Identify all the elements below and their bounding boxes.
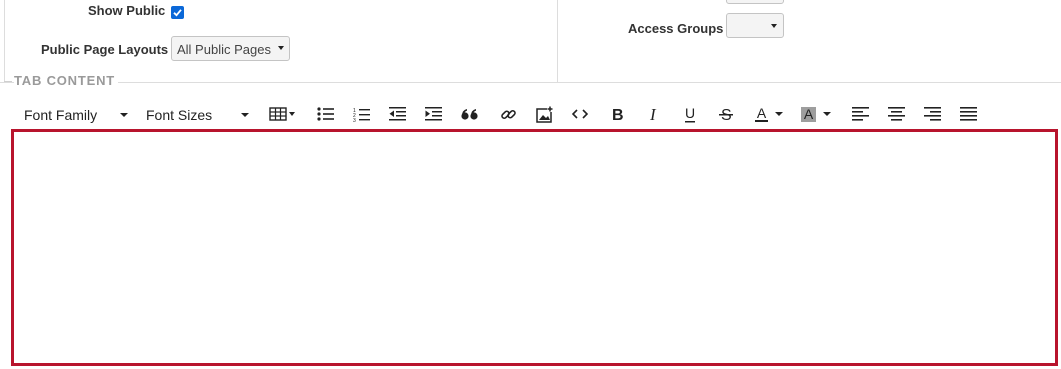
table-button[interactable] (266, 103, 300, 125)
code-icon (572, 109, 588, 119)
public-page-layouts-value: All Public Pages (177, 42, 271, 57)
tab-settings-form: Show Public Public Page Layouts All Publ… (0, 0, 1061, 82)
text-color-button[interactable]: A (749, 103, 789, 125)
bold-button[interactable]: B (605, 103, 631, 125)
text-color-icon: A (754, 105, 769, 122)
public-page-layouts-label: Public Page Layouts (41, 42, 169, 57)
svg-text:I: I (649, 106, 657, 122)
numbered-list-button[interactable]: 1 2 3 (349, 103, 375, 125)
align-right-button[interactable] (919, 103, 945, 125)
section-divider (0, 82, 1061, 83)
text-color-letter: A (756, 105, 767, 121)
fieldset-corner (4, 81, 12, 82)
italic-button[interactable]: I (641, 103, 667, 125)
indent-icon (425, 107, 442, 121)
tab-content-title: TAB CONTENT (14, 73, 118, 88)
strikethrough-button[interactable]: S (713, 103, 739, 125)
strikethrough-icon: S (719, 107, 733, 122)
chevron-down-icon (775, 112, 784, 116)
svg-text:B: B (612, 107, 624, 122)
insert-image-button[interactable] (531, 103, 557, 125)
background-color-button[interactable]: A (796, 103, 836, 125)
background-color-icon: A (800, 105, 817, 122)
underline-button[interactable]: U (677, 103, 703, 125)
bullet-list-button[interactable] (313, 103, 339, 125)
table-icon (269, 107, 295, 121)
chevron-down-icon (120, 113, 128, 117)
bullet-list-icon (317, 107, 334, 121)
blockquote-icon (461, 109, 478, 120)
link-button[interactable] (495, 103, 521, 125)
select-above-access-groups[interactable] (726, 0, 784, 4)
font-sizes-dropdown[interactable]: Font Sizes (146, 107, 212, 123)
public-page-layouts-select[interactable]: All Public Pages (171, 36, 290, 61)
chevron-down-icon (771, 24, 777, 28)
column-divider (557, 0, 558, 82)
align-center-icon (887, 107, 905, 121)
align-justify-icon (959, 107, 977, 121)
chevron-down-icon (241, 113, 249, 117)
link-icon (500, 109, 516, 119)
left-divider (4, 0, 5, 82)
numbered-list-icon: 1 2 3 (353, 108, 370, 122)
show-public-label: Show Public (88, 3, 166, 18)
bold-icon: B (612, 107, 624, 122)
align-right-icon (923, 107, 941, 121)
rich-text-editor-area[interactable] (11, 129, 1058, 366)
show-public-checkbox[interactable] (171, 6, 184, 19)
svg-text:3: 3 (353, 118, 356, 122)
source-code-button[interactable] (567, 103, 593, 125)
chevron-down-icon (823, 112, 832, 116)
align-left-icon (851, 107, 869, 121)
align-justify-button[interactable] (955, 103, 981, 125)
background-color-letter: A (803, 105, 814, 122)
blockquote-button[interactable] (457, 103, 483, 125)
font-family-dropdown[interactable]: Font Family (24, 107, 97, 123)
image-icon (535, 105, 553, 123)
access-groups-label: Access Groups (628, 21, 724, 36)
align-center-button[interactable] (883, 103, 909, 125)
checkmark-icon (173, 9, 182, 17)
chevron-down-icon (278, 46, 284, 50)
underline-icon: U (685, 106, 695, 122)
svg-text:U: U (685, 106, 695, 121)
indent-button[interactable] (421, 103, 447, 125)
italic-icon: I (649, 106, 657, 122)
editor-toolbar: Font Family Font Sizes 1 2 3 B I U S A A (14, 100, 1054, 128)
outdent-button[interactable] (385, 103, 411, 125)
outdent-icon (389, 107, 406, 121)
access-groups-select[interactable] (726, 13, 784, 38)
align-left-button[interactable] (847, 103, 873, 125)
